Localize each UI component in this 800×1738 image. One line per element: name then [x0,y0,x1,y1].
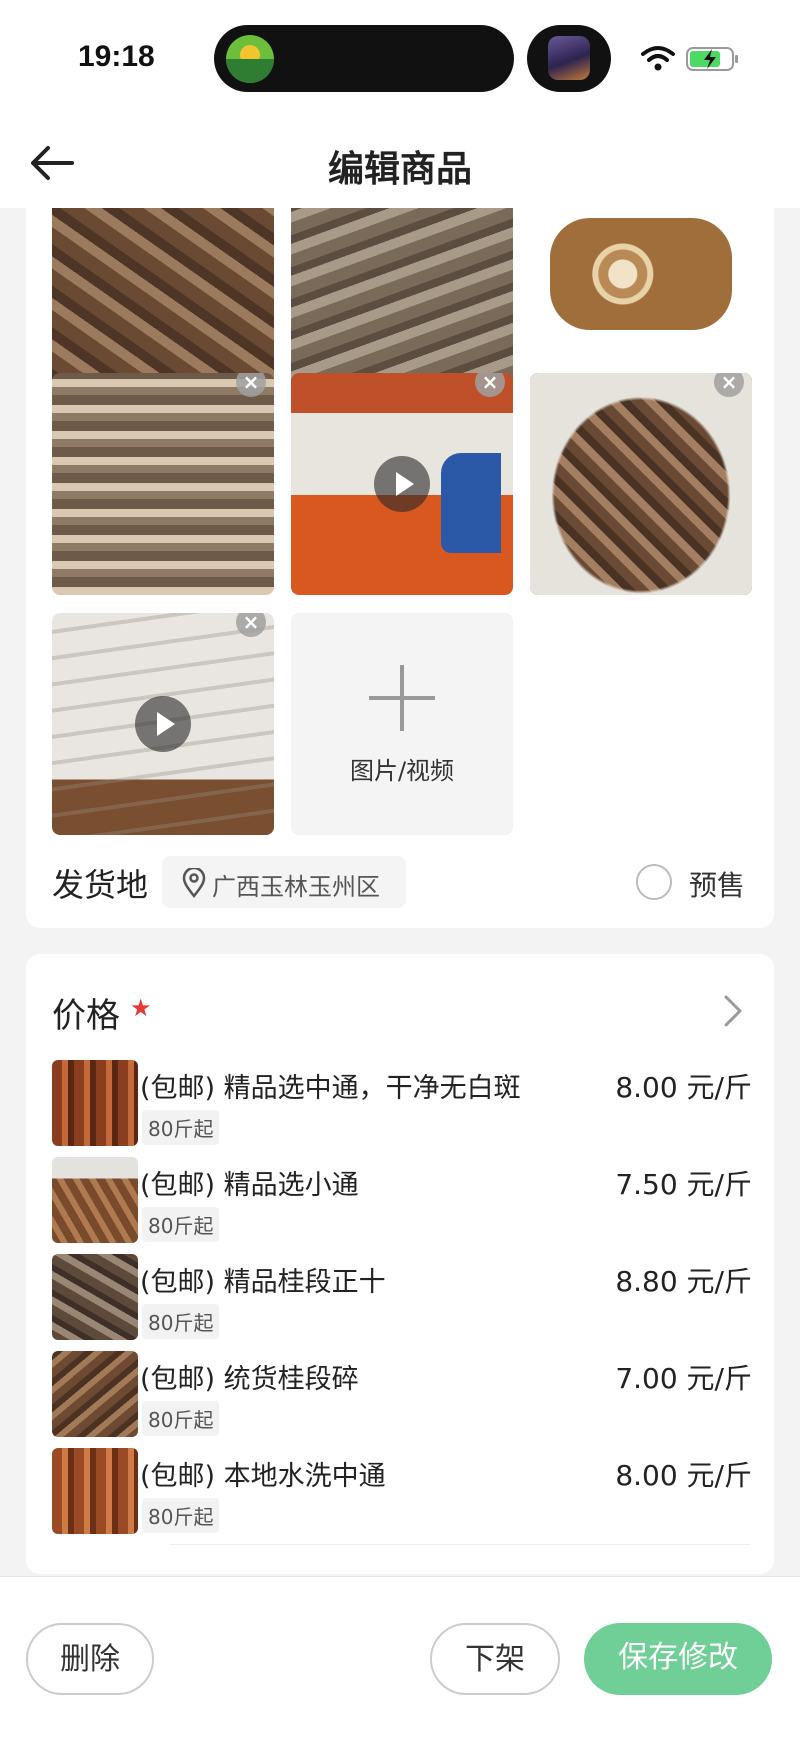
min-quantity-badge: 80斤起 [142,1498,220,1533]
product-thumbnail [52,1448,138,1534]
media-thumbnail[interactable]: × [52,373,274,595]
plus-icon [369,665,435,731]
presale-label: 预售 [689,869,746,902]
shipping-origin-label: 发货地 [52,866,149,904]
battery-charging-icon [686,47,738,71]
divider [170,1544,750,1545]
min-quantity-badge: 80斤起 [142,1401,220,1436]
price-row[interactable]: (包邮) 统货桂段碎 80斤起 7.00 元/斤 [52,1351,752,1439]
add-media-button[interactable]: 图片/视频 [291,613,513,835]
spec-name: (包邮) 精品选小通 [140,1170,359,1201]
spec-name: (包邮) 本地水洗中通 [140,1461,386,1492]
spec-price: 8.00 元/斤 [615,1071,752,1104]
spec-price: 7.00 元/斤 [615,1362,752,1395]
price-row[interactable]: (包邮) 精品选小通 80斤起 7.50 元/斤 [52,1157,752,1245]
play-video-icon[interactable] [374,456,430,512]
media-thumbnail[interactable]: × [291,373,513,595]
add-media-label: 图片/视频 [349,757,455,785]
status-bar: 19:18 [0,0,800,118]
shipping-location-selector[interactable]: 广西玉林玉州区 [162,856,406,908]
price-row[interactable]: (包邮) 本地水洗中通 80斤起 8.00 元/斤 [52,1448,752,1536]
media-thumbnail[interactable]: × [530,373,752,595]
take-offline-button[interactable]: 下架 [430,1623,560,1695]
spec-name: (包邮) 精品选中通，干净无白斑 [140,1073,521,1104]
status-time: 19:18 [78,40,155,73]
spec-price: 8.00 元/斤 [615,1459,752,1492]
media-thumbnail[interactable]: × [52,613,274,835]
min-quantity-badge: 80斤起 [142,1304,220,1339]
app-logo-icon [226,35,274,83]
price-row[interactable]: (包邮) 精品桂段正十 80斤起 8.80 元/斤 [52,1254,752,1342]
page-header: 编辑商品 [0,118,800,208]
required-star-icon: ★ [130,994,152,1022]
spec-name: (包邮) 精品桂段正十 [140,1267,386,1298]
spec-name: (包邮) 统货桂段碎 [140,1364,359,1395]
delete-button[interactable]: 删除 [26,1623,154,1695]
product-thumbnail [52,1254,138,1340]
location-pin-icon [182,868,206,898]
product-thumbnail [52,1157,138,1243]
media-section: × × × × 图片/视频 发货地 广西玉林玉州区 预售 [26,208,774,928]
spec-price: 7.50 元/斤 [615,1168,752,1201]
page-title: 编辑商品 [327,149,472,190]
min-quantity-badge: 80斤起 [142,1207,220,1242]
product-thumbnail [52,1351,138,1437]
bottom-action-bar: 删除 下架 保存修改 [0,1576,800,1738]
price-section: 价格 ★ (包邮) 精品选中通，干净无白斑 80斤起 8.00 元/斤 (包邮)… [26,954,774,1574]
play-video-icon[interactable] [135,696,191,752]
media-activity-icon [548,36,590,80]
presale-radio[interactable] [636,864,672,900]
min-quantity-badge: 80斤起 [142,1110,220,1145]
shipping-location-text: 广西玉林玉州区 [212,873,380,901]
price-row[interactable]: (包邮) 精品选中通，干净无白斑 80斤起 8.00 元/斤 [52,1060,752,1148]
product-thumbnail [52,1060,138,1146]
wifi-icon [641,46,675,71]
save-changes-button[interactable]: 保存修改 [584,1623,772,1695]
price-title: 价格 [52,996,120,1036]
spec-price: 8.80 元/斤 [615,1265,752,1298]
chevron-right-icon[interactable] [722,994,746,1028]
